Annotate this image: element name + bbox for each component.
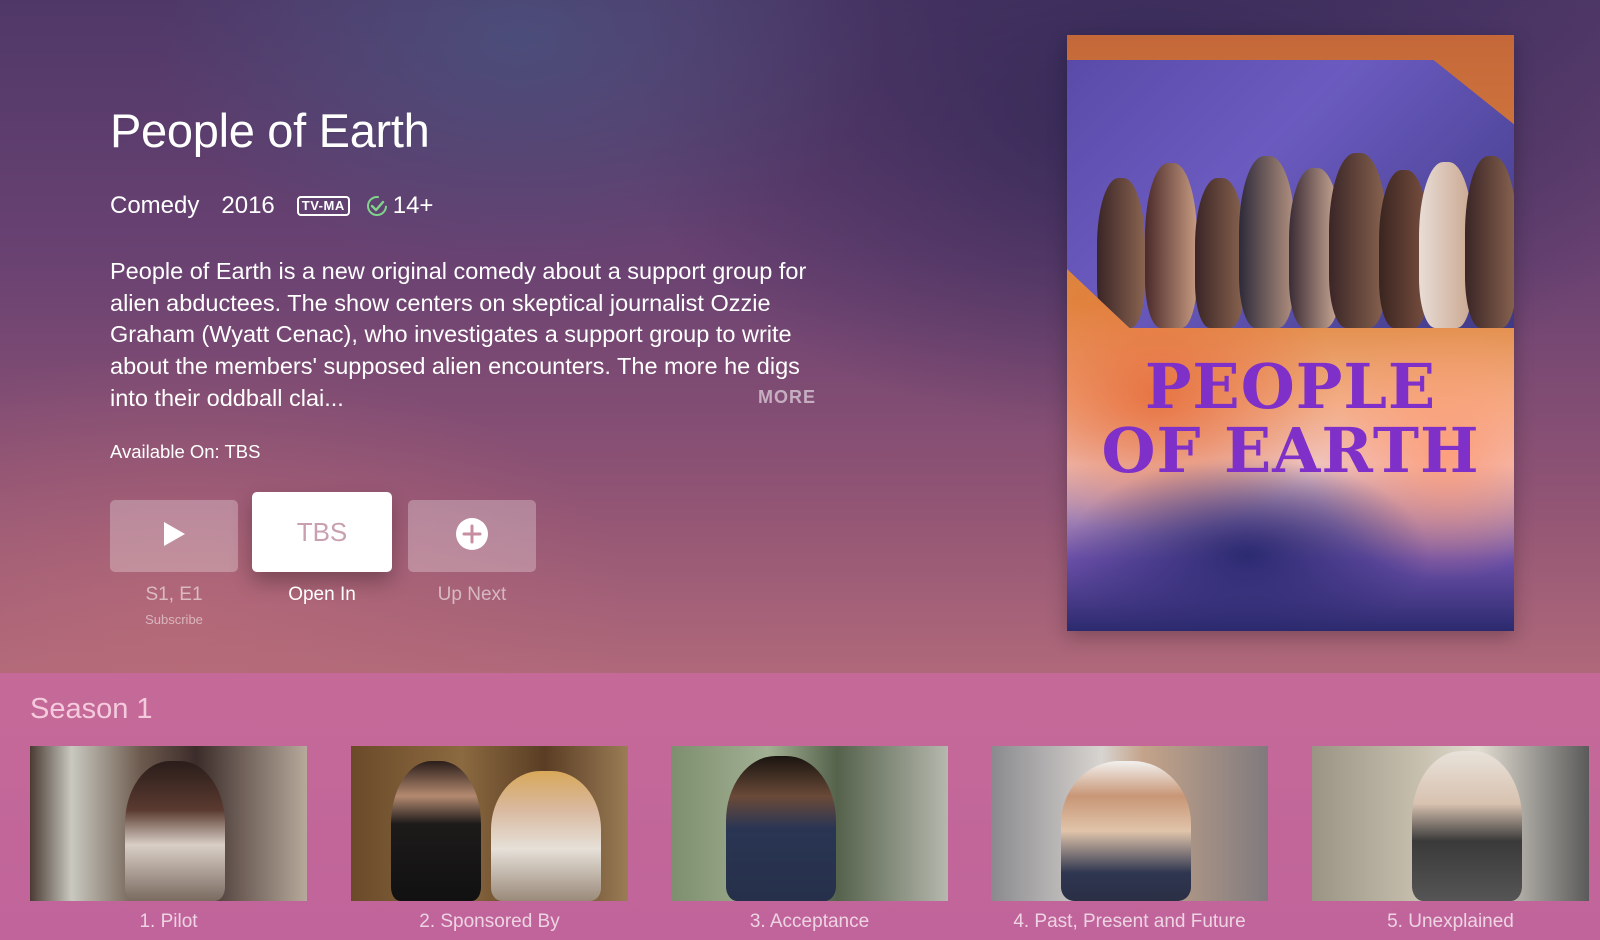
open-in-app-name: TBS [296,516,348,547]
episode-thumbnail [30,746,307,901]
episode-card[interactable]: 3. Acceptance [671,746,948,933]
show-description: People of Earth is a new original comedy… [110,258,807,411]
up-next-button[interactable] [408,500,536,572]
poster-cast-photo [1067,60,1514,328]
episode-card[interactable]: 1. Pilot [30,746,307,933]
more-link[interactable]: MORE [758,387,816,408]
episode-title: 2. Sponsored By [419,911,560,932]
check-icon [366,195,388,217]
episode-card[interactable]: 2. Sponsored By [351,746,628,933]
episode-thumbnail [991,746,1268,901]
show-title: People of Earth [110,104,430,157]
episode-thumbnail [671,746,948,901]
tv-app-screen: People of Earth Comedy 2016 TV-MA 14+ Pe… [0,0,1600,940]
plus-circle-icon [455,517,489,556]
genre: Comedy [110,192,200,219]
description-block: People of Earth is a new original comedy… [110,256,830,415]
episode-card[interactable]: 5. Unexplained [1312,746,1589,933]
open-in-label: Open In [288,584,356,605]
up-next-label: Up Next [437,584,507,605]
show-meta: Comedy 2016 TV-MA 14+ [110,192,433,220]
poster-title-line-1: PEOPLE [1144,350,1437,423]
play-button-sublabel: Subscribe [145,612,203,627]
episode-thumbnail [351,746,628,901]
episode-thumbnail [1312,746,1589,901]
season-section: Season 1 1. Pilot 2. Sponsored By 3. Acc… [0,673,1600,940]
episode-title: 4. Past, Present and Future [1013,911,1246,932]
play-icon [161,520,187,553]
episode-title: 1. Pilot [139,911,198,932]
year: 2016 [221,192,275,219]
show-poster[interactable]: PEOPLE OF EARTH [1067,35,1514,631]
content-rating-badge: TV-MA [296,196,350,216]
episode-card[interactable]: 4. Past, Present and Future [991,746,1268,933]
episode-title: 5. Unexplained [1387,911,1514,932]
poster-title-line-2: OF EARTH [1101,414,1480,487]
episode-title: 3. Acceptance [749,911,870,932]
available-on: Available On: TBS [110,441,261,462]
play-button[interactable] [110,500,238,572]
play-button-label: S1, E1 [145,584,203,605]
season-title: Season 1 [30,693,153,725]
open-in-button[interactable]: TBS [252,492,392,572]
age-rating: 14+ [392,192,434,219]
